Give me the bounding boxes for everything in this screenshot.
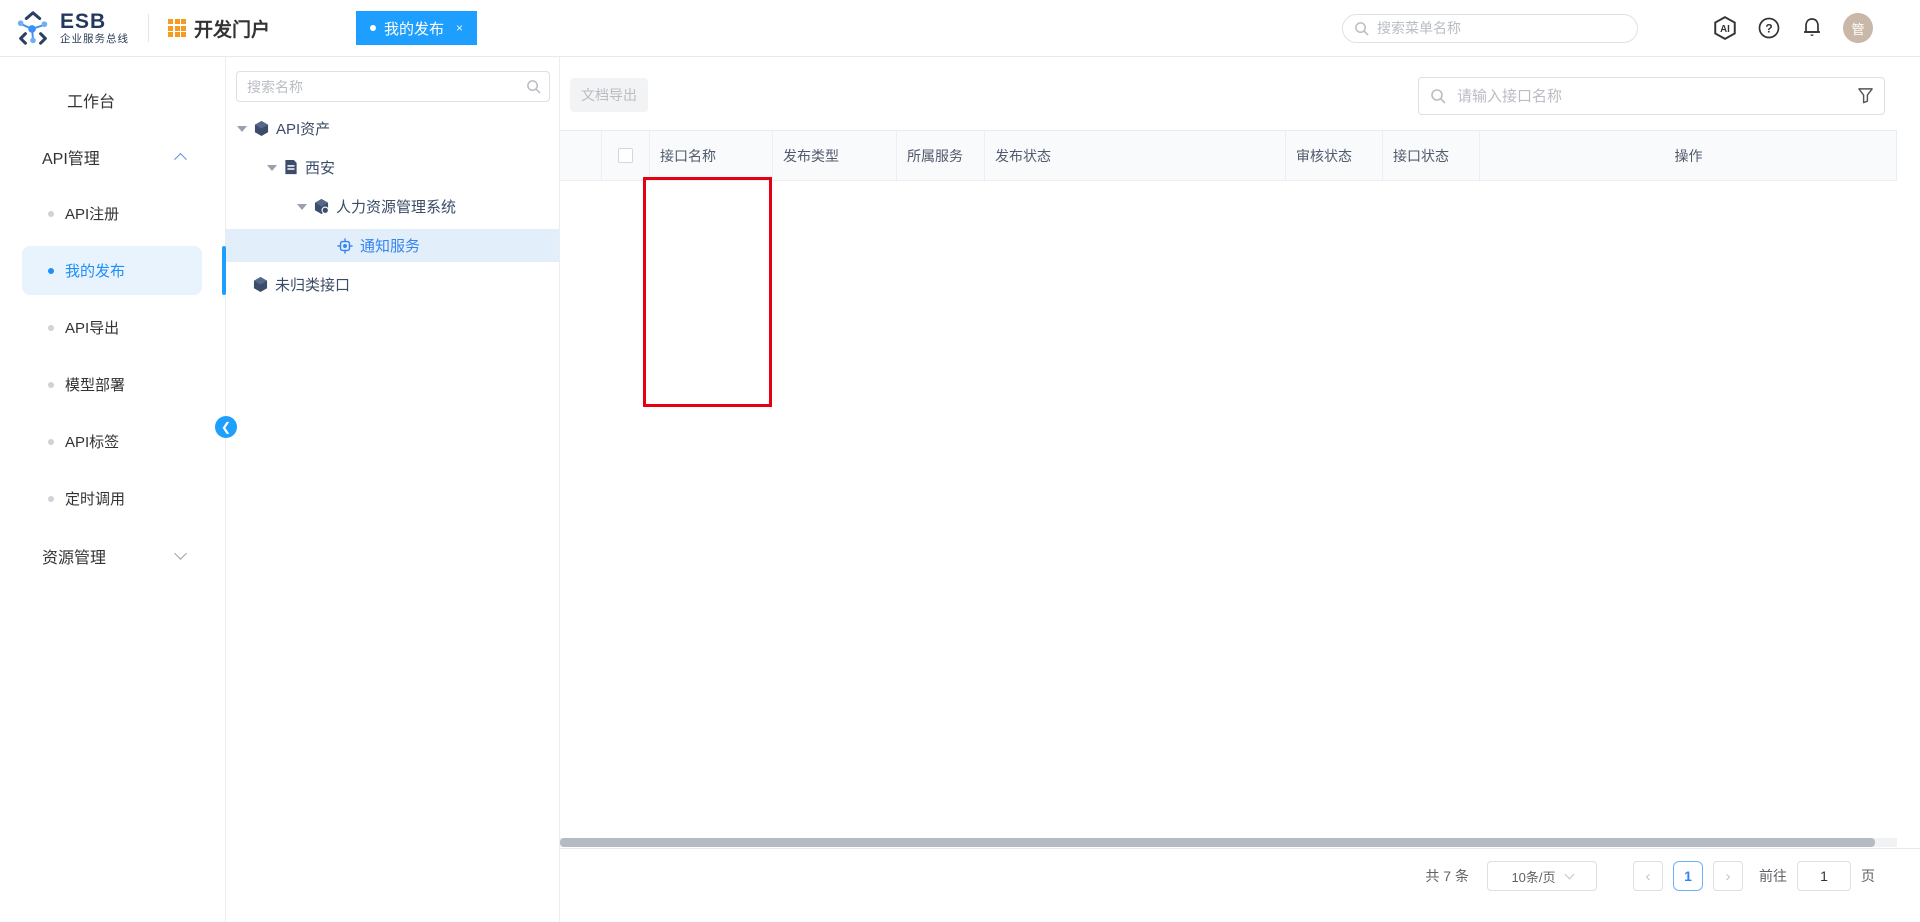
sidebar-item-api-export[interactable]: API导出 (0, 299, 225, 356)
current-page-button[interactable]: 1 (1673, 861, 1703, 891)
svg-text:AI: AI (1720, 24, 1730, 35)
api-name-search-input[interactable] (1418, 77, 1885, 115)
esb-logo-icon (14, 9, 52, 47)
tree-node-unclassified[interactable]: 未归类接口 (226, 268, 559, 301)
chevron-down-icon (174, 547, 187, 560)
help-icon[interactable]: ? (1757, 16, 1781, 40)
sidebar-item-workbench[interactable]: 工作台 (0, 71, 225, 128)
col-header-audit-status: 审核状态 (1286, 131, 1383, 181)
active-indicator-bar (222, 246, 226, 295)
chevron-up-icon (174, 153, 187, 166)
menu-search (1342, 14, 1638, 43)
col-header-api-status: 接口状态 (1383, 131, 1480, 181)
sidebar-item-api-tags[interactable]: API标签 (0, 413, 225, 470)
bullet-dot (48, 211, 54, 217)
document-icon (284, 160, 298, 175)
sidebar-collapse-button[interactable]: ❮ (215, 416, 237, 438)
col-header-service: 所属服务 (897, 131, 985, 181)
col-header-publish-type: 发布类型 (773, 131, 897, 181)
sidebar-item-scheduled-call[interactable]: 定时调用 (0, 470, 225, 527)
filter-funnel-icon[interactable] (1857, 87, 1874, 104)
header-divider (148, 14, 149, 42)
sidebar-item-my-publish[interactable]: 我的发布 (0, 242, 225, 299)
sidebar-item-model-deploy[interactable]: 模型部署 (0, 356, 225, 413)
logo-title: ESB (60, 11, 129, 33)
api-table: 接口名称 发布类型 所属服务 发布状态 审核状态 接口状态 操作 (560, 130, 1897, 181)
next-page-button[interactable]: › (1713, 861, 1743, 891)
sidebar-group-api-management[interactable]: API管理 (0, 128, 225, 185)
caret-down-icon[interactable] (267, 165, 277, 171)
bullet-dot (48, 325, 54, 331)
tree-node-notify-service[interactable]: 通知服务 (226, 229, 559, 262)
bullet-dot (48, 439, 54, 445)
page-size-select[interactable]: 10条/页 (1487, 861, 1597, 891)
scrollbar-thumb[interactable] (560, 838, 1875, 847)
tab-active-dot (370, 25, 376, 31)
ai-assistant-icon[interactable]: AI (1712, 15, 1738, 41)
select-all-checkbox[interactable] (618, 148, 633, 163)
tree-node-hr-system[interactable]: 人力资源管理系统 (226, 190, 559, 223)
main-content: 文档导出 接口名称 发布类型 所属服务 发布状态 审核状态 接口状态 操作 (560, 57, 1920, 922)
cube-icon (253, 277, 268, 292)
sidebar-item-api-register[interactable]: API注册 (0, 185, 225, 242)
header-select-all (602, 131, 650, 181)
table-footer: 共 7 条 10条/页 ‹ 1 › 前往 页 (560, 848, 1920, 922)
cube-icon (254, 121, 269, 136)
chevron-down-icon (1564, 870, 1574, 880)
menu-search-input[interactable] (1342, 14, 1638, 43)
sidebar-nav: 工作台 API管理 API注册 我的发布 API导出 模型部署 API标签 定时… (0, 57, 226, 922)
search-icon (1430, 88, 1446, 104)
search-icon (526, 79, 541, 94)
svg-text:?: ? (1765, 22, 1772, 36)
caret-down-icon[interactable] (297, 204, 307, 210)
sidebar-group-resource-management[interactable]: 资源管理 (0, 527, 225, 584)
service-tree-panel: API资产 西安 人力资源管理系统 (226, 57, 560, 922)
portal-title: 开发门户 (194, 15, 270, 42)
tree-node-api-assets[interactable]: API资产 (226, 112, 559, 145)
prev-page-button[interactable]: ‹ (1633, 861, 1663, 891)
logo-subtitle: 企业服务总线 (60, 34, 129, 45)
service-gear-icon (337, 238, 353, 254)
page-unit-label: 页 (1861, 866, 1875, 886)
tab-label: 我的发布 (384, 18, 444, 39)
app-logo: ESB 企业服务总线 (14, 9, 129, 47)
bullet-dot (48, 382, 54, 388)
user-avatar[interactable]: 管 (1843, 13, 1873, 43)
pagination: 共 7 条 10条/页 ‹ 1 › 前往 页 (1425, 860, 1875, 892)
notifications-bell-icon[interactable] (1800, 16, 1824, 40)
search-icon (1354, 21, 1369, 36)
col-header-api-name: 接口名称 (650, 131, 773, 181)
header-expand-cell (560, 131, 602, 181)
col-header-actions: 操作 (1480, 131, 1897, 181)
bullet-dot (48, 496, 54, 502)
col-header-publish-status: 发布状态 (985, 131, 1286, 181)
tree-node-xian[interactable]: 西安 (226, 151, 559, 184)
tab-my-publish[interactable]: 我的发布 × (356, 11, 477, 45)
horizontal-scrollbar[interactable] (560, 838, 1897, 847)
cube-gear-icon (314, 199, 329, 214)
api-name-search (1418, 77, 1885, 115)
doc-export-button[interactable]: 文档导出 (570, 78, 648, 112)
caret-down-icon[interactable] (237, 126, 247, 132)
portal-grid-icon (168, 19, 186, 37)
bullet-dot (48, 268, 54, 274)
tree-search-input[interactable] (236, 71, 550, 102)
goto-label: 前往 (1759, 866, 1787, 886)
table-header-row: 接口名称 发布类型 所属服务 发布状态 审核状态 接口状态 操作 (560, 131, 1896, 181)
app-header: ESB 企业服务总线 开发门户 我的发布 × AI ? (0, 0, 1920, 57)
total-count: 共 7 条 (1425, 866, 1469, 886)
goto-page-input[interactable] (1797, 861, 1851, 891)
tab-close-icon[interactable]: × (456, 21, 463, 35)
